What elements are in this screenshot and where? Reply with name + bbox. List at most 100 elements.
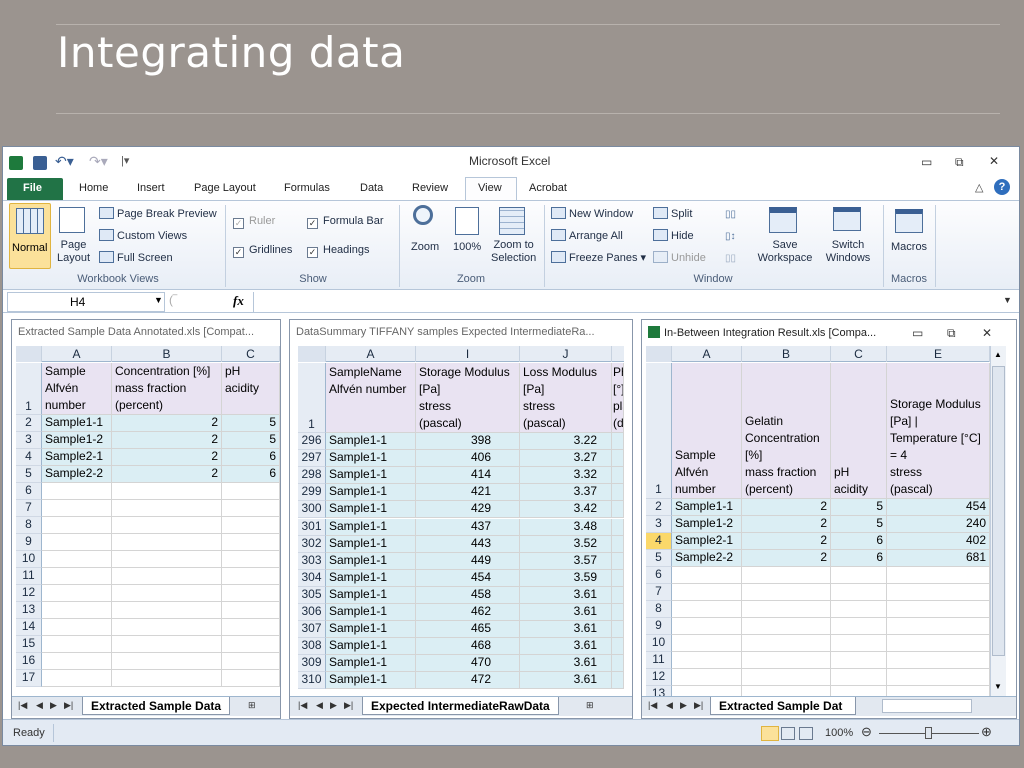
empty-cell[interactable] [831, 652, 887, 669]
empty-cell[interactable] [112, 534, 222, 551]
last-sheet-icon[interactable]: ▶| [64, 700, 73, 711]
data-cell[interactable]: Sample1-1 [326, 586, 416, 604]
close-icon[interactable]: ✕ [982, 326, 992, 340]
empty-cell[interactable] [831, 601, 887, 618]
data-cell[interactable]: 3.61 [520, 638, 612, 656]
data-cell[interactable]: 421 [416, 484, 520, 502]
row-header[interactable]: 302 [298, 535, 326, 553]
empty-cell[interactable] [222, 568, 280, 585]
row-header[interactable]: 309 [298, 655, 326, 673]
next-sheet-icon[interactable]: ▶ [50, 700, 57, 711]
full-screen-button[interactable]: Full Screen [99, 251, 173, 264]
empty-cell[interactable] [672, 601, 742, 618]
empty-cell[interactable] [112, 500, 222, 517]
row-header[interactable]: 308 [298, 638, 326, 656]
scroll-down-icon[interactable]: ▼ [994, 682, 1002, 691]
next-sheet-icon[interactable]: ▶ [680, 700, 687, 711]
data-cell[interactable]: Sample2-1 [672, 533, 742, 550]
data-cell[interactable]: 449 [416, 552, 520, 570]
ruler-checkbox[interactable]: ✓ Ruler [233, 215, 275, 229]
row-header[interactable]: 8 [16, 517, 42, 534]
row-header[interactable]: 310 [298, 672, 326, 690]
tab-file[interactable]: File [7, 178, 63, 200]
insert-function-button[interactable]: fx [233, 293, 244, 309]
empty-cell[interactable] [42, 551, 112, 568]
empty-cell[interactable] [112, 483, 222, 500]
data-cell[interactable]: 3.61 [520, 655, 612, 673]
empty-cell[interactable] [42, 568, 112, 585]
empty-cell[interactable] [42, 670, 112, 687]
zoom-button[interactable]: Zoom [407, 203, 445, 269]
row-header[interactable]: 1 [298, 363, 326, 433]
row-header[interactable]: 297 [298, 450, 326, 468]
data-cell[interactable]: 454 [887, 499, 990, 516]
row-header[interactable]: 5 [16, 466, 42, 483]
row-header[interactable]: 305 [298, 586, 326, 604]
last-sheet-icon[interactable]: ▶| [694, 700, 703, 711]
close-icon[interactable]: ✕ [989, 154, 999, 168]
empty-cell[interactable] [831, 567, 887, 584]
row-header[interactable]: 2 [646, 499, 672, 516]
empty-cell[interactable] [612, 638, 624, 656]
empty-cell[interactable] [112, 619, 222, 636]
empty-cell[interactable] [672, 618, 742, 635]
data-cell[interactable]: Sample1-1 [326, 655, 416, 673]
header-cell[interactable]: Gelatin Concentration [%] mass fraction … [742, 363, 831, 499]
empty-cell[interactable] [222, 636, 280, 653]
data-cell[interactable]: 462 [416, 604, 520, 622]
row-header[interactable]: 6 [646, 567, 672, 584]
column-header[interactable]: J [520, 346, 612, 362]
row-header[interactable]: 15 [16, 636, 42, 653]
column-header[interactable]: E [887, 346, 990, 362]
select-all-corner[interactable] [16, 346, 42, 362]
data-cell[interactable]: 2 [112, 432, 222, 449]
data-cell[interactable]: 5 [831, 516, 887, 533]
empty-cell[interactable] [42, 653, 112, 670]
data-cell[interactable]: 3.61 [520, 604, 612, 622]
column-header[interactable]: A [42, 346, 112, 362]
empty-cell[interactable] [742, 584, 831, 601]
data-cell[interactable]: Sample2-2 [672, 550, 742, 567]
data-cell[interactable]: 3.27 [520, 450, 612, 468]
data-cell[interactable]: 2 [112, 449, 222, 466]
data-cell[interactable]: 2 [112, 466, 222, 483]
data-cell[interactable]: 429 [416, 501, 520, 519]
data-cell[interactable]: Sample1-1 [326, 535, 416, 553]
empty-cell[interactable] [672, 567, 742, 584]
formula-input[interactable] [253, 292, 999, 312]
header-cell[interactable]: Storage Modulus [Pa] | Temperature [°C] … [887, 363, 990, 499]
row-header[interactable]: 2 [16, 415, 42, 432]
empty-cell[interactable] [112, 636, 222, 653]
restore-icon[interactable]: ⧉ [947, 326, 956, 341]
data-cell[interactable]: Sample1-1 [672, 499, 742, 516]
data-cell[interactable]: Sample1-2 [42, 432, 112, 449]
zoom-in-icon[interactable]: ⊕ [981, 724, 992, 740]
page-layout-status-icon[interactable] [781, 727, 795, 740]
empty-cell[interactable] [42, 534, 112, 551]
data-cell[interactable]: 406 [416, 450, 520, 468]
expand-formula-icon[interactable]: ▼ [1003, 295, 1012, 305]
first-sheet-icon[interactable]: |◀ [18, 700, 27, 711]
minimize-icon[interactable]: ▭ [921, 155, 932, 169]
first-sheet-icon[interactable]: |◀ [648, 700, 657, 711]
empty-cell[interactable] [612, 552, 624, 570]
empty-cell[interactable] [672, 669, 742, 686]
data-cell[interactable]: 3.57 [520, 552, 612, 570]
empty-cell[interactable] [42, 517, 112, 534]
empty-cell[interactable] [612, 518, 624, 536]
unhide-button[interactable]: Unhide [653, 251, 706, 264]
data-cell[interactable]: 3.48 [520, 518, 612, 536]
row-header[interactable]: 11 [16, 568, 42, 585]
empty-cell[interactable] [612, 569, 624, 587]
header-cell[interactable]: Storage Modulus [Pa] stress (pascal) [416, 363, 520, 433]
data-cell[interactable]: 3.59 [520, 569, 612, 587]
data-cell[interactable]: Sample1-1 [326, 672, 416, 690]
empty-cell[interactable] [831, 584, 887, 601]
empty-cell[interactable] [672, 652, 742, 669]
column-header[interactable]: C [831, 346, 887, 362]
row-header[interactable]: 300 [298, 501, 326, 519]
column-header[interactable]: C [222, 346, 280, 362]
zoom-out-icon[interactable]: ⊖ [861, 724, 872, 740]
row-header[interactable]: 5 [646, 550, 672, 567]
row-header[interactable]: 298 [298, 467, 326, 485]
